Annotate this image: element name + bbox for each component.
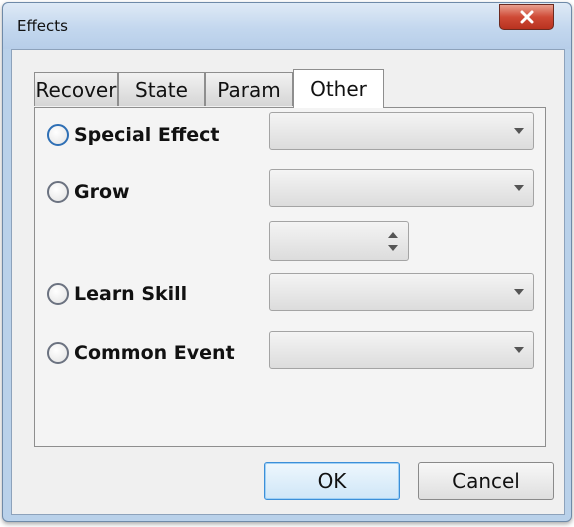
grow-amount-stepper[interactable] — [269, 221, 409, 261]
common-event-label: Common Event — [74, 342, 235, 364]
chevron-down-icon — [514, 185, 524, 191]
grow-label: Grow — [74, 181, 130, 203]
grow-radio[interactable] — [47, 181, 69, 203]
chevron-down-icon — [514, 347, 524, 353]
ok-button[interactable]: OK — [264, 462, 400, 500]
cancel-button[interactable]: Cancel — [418, 462, 554, 500]
chevron-up-icon[interactable] — [388, 232, 398, 238]
grow-param-select[interactable] — [269, 169, 534, 207]
tab-param[interactable]: Param — [205, 72, 293, 106]
window-title: Effects — [17, 17, 68, 35]
title-bar[interactable]: Effects — [3, 3, 571, 49]
learn-skill-radio[interactable] — [47, 283, 69, 305]
common-event-select[interactable] — [269, 331, 534, 369]
special-effect-option[interactable]: Special Effect — [47, 124, 220, 146]
close-button[interactable] — [499, 4, 554, 30]
dialog-body: Recover State Param Other Special Effect… — [11, 49, 565, 515]
grow-option[interactable]: Grow — [47, 181, 130, 203]
special-effect-select[interactable] — [269, 112, 534, 150]
learn-skill-label: Learn Skill — [74, 283, 188, 305]
learn-skill-select[interactable] — [269, 273, 534, 311]
learn-skill-option[interactable]: Learn Skill — [47, 283, 187, 305]
chevron-down-icon[interactable] — [388, 245, 398, 251]
tab-other[interactable]: Other — [293, 69, 384, 108]
tab-panel-other: Special Effect Grow Learn Skill Common E… — [34, 107, 546, 447]
close-icon — [520, 10, 533, 24]
chevron-down-icon — [514, 289, 524, 295]
tab-recover[interactable]: Recover — [34, 72, 118, 106]
tab-state[interactable]: State — [118, 72, 205, 106]
effects-dialog: Effects Recover State Param Other Specia… — [2, 2, 572, 522]
special-effect-label: Special Effect — [74, 124, 220, 146]
chevron-down-icon — [514, 128, 524, 134]
common-event-radio[interactable] — [47, 342, 69, 364]
special-effect-radio[interactable] — [47, 124, 69, 146]
common-event-option[interactable]: Common Event — [47, 342, 235, 364]
